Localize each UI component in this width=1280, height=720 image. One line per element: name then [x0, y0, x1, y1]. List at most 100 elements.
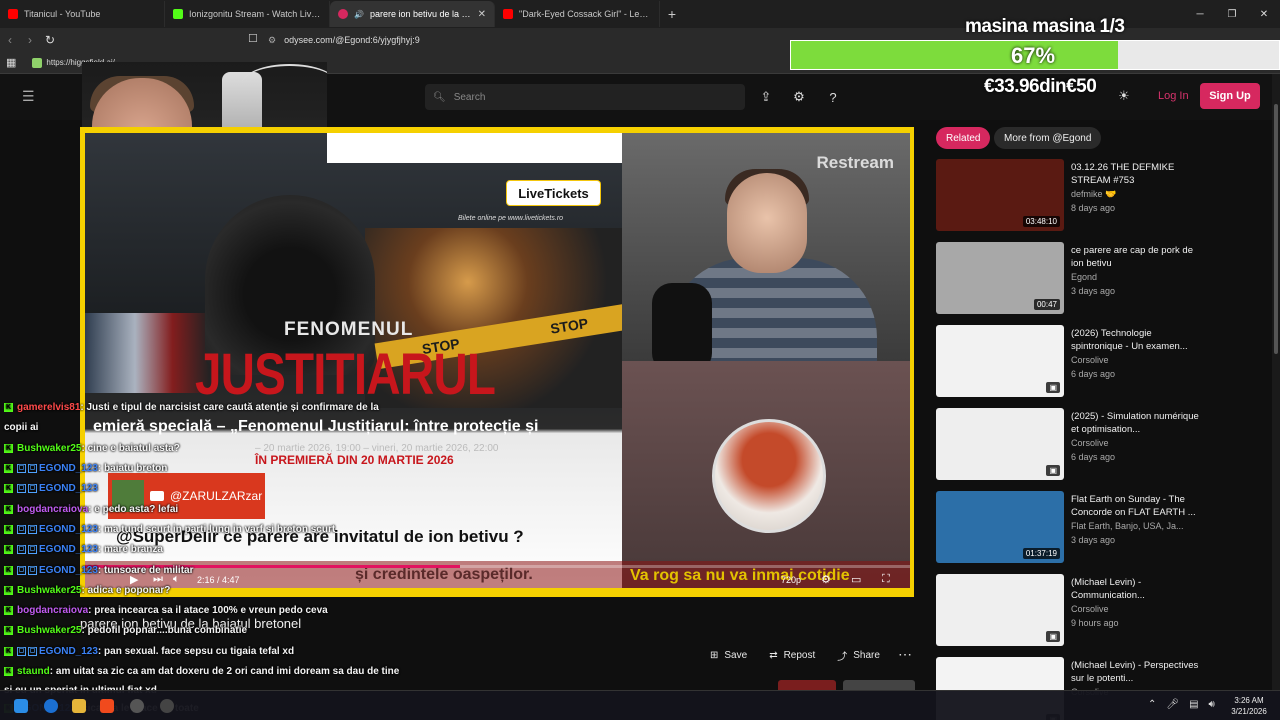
bookmark-icon[interactable]: ☐ [248, 32, 258, 45]
tab-kick-stream[interactable]: Ionizgonitu Stream - Watch Live on Kick [165, 1, 330, 27]
url-field[interactable]: ⚙ odysee.com/@Egond:6/yjygfjhyj:9 [268, 31, 768, 49]
recommendation-title[interactable]: (Michael Levin) - Communication... [1071, 576, 1201, 602]
recommendation-thumbnail[interactable]: 00:47 [936, 242, 1064, 314]
chat-username[interactable]: EGOND_123 [39, 463, 98, 474]
chat-username[interactable]: Bushwaker25 [17, 443, 81, 454]
save-to-list-icon[interactable]: ▣ [1046, 631, 1060, 642]
recommendation-title[interactable]: 03.12.26 THE DEFMIKE STREAM #753 [1071, 161, 1201, 187]
recommendation-card[interactable]: ▣ (2025) - Simulation numérique et optimi… [936, 408, 1266, 480]
tab-title: Ionizgonitu Stream - Watch Live on Kick [189, 9, 321, 19]
fullscreen-icon[interactable]: ⛶ [882, 573, 890, 586]
app-icon[interactable] [160, 699, 174, 713]
speaker-icon[interactable]: 🔊︎ [1209, 699, 1215, 710]
save-to-list-icon[interactable]: ▣ [1046, 382, 1060, 393]
upload-icon[interactable]: ⇪ [755, 86, 777, 108]
kick-icon: K [4, 402, 13, 412]
recommendation-thumbnail[interactable]: ▣ [936, 408, 1064, 480]
recommendation-title[interactable]: Flat Earth on Sunday - The Concorde on F… [1071, 493, 1201, 519]
recommendation-card[interactable]: 03:48:10 03.12.26 THE DEFMIKE STREAM #753… [936, 159, 1266, 231]
recommendation-title[interactable]: (2026) Technologie spintronique - Un exa… [1071, 327, 1201, 353]
chat-message: Kgamerelvis81: Justi e tipul de narcisis… [4, 402, 379, 413]
tab-more-from-egond[interactable]: More from @Egond [994, 127, 1102, 149]
recommendation-channel[interactable]: Flat Earth, Banjo, USA, Ja... [1071, 521, 1211, 531]
chrome-icon[interactable] [44, 699, 58, 713]
recommendation-channel[interactable]: Corsolive [1071, 604, 1211, 614]
scrollbar-thumb[interactable] [1274, 104, 1278, 354]
recommendation-thumbnail[interactable]: 01:37:19 [936, 491, 1064, 563]
chat-badge-icon: ▢ [17, 463, 26, 473]
chat-username[interactable]: Bushwaker25 [17, 585, 81, 596]
recommendation-card[interactable]: ▣ (Michael Levin) - Communication... Corso… [936, 574, 1266, 646]
recommendation-thumbnail[interactable]: ▣ [936, 574, 1064, 646]
chat-message: Kbogdancraiova: prea incearca sa il atac… [4, 605, 328, 616]
new-tab-button[interactable]: + [660, 6, 684, 22]
recommendation-card[interactable]: ▣ (2026) Technologie spintronique - Un ex… [936, 325, 1266, 397]
video-progress-bar[interactable] [85, 565, 910, 568]
share-button[interactable]: ⤴ Share [837, 648, 880, 663]
chat-username[interactable]: EGOND_123 [39, 646, 98, 657]
recommendation-channel[interactable]: Corsolive [1071, 355, 1211, 365]
share-label: Share [853, 650, 880, 661]
brave-icon[interactable] [100, 699, 114, 713]
recommendation-channel[interactable]: Egond [1071, 272, 1211, 282]
network-icon[interactable]: ▤ [1189, 699, 1198, 710]
forward-icon[interactable]: › [20, 33, 40, 47]
settings-gear-icon[interactable]: ⚙ [821, 573, 831, 586]
tab-youtube-cossack[interactable]: "Dark-Eyed Cossack Girl" - Leonid Kharit… [495, 1, 660, 27]
search-input[interactable]: 🔍︎ Search [425, 84, 745, 110]
chat-username[interactable]: EGOND_123 [39, 565, 98, 576]
tab-youtube-titanicul[interactable]: Titanicul - YouTube [0, 1, 165, 27]
chat-username[interactable]: EGOND_123 [39, 524, 98, 535]
back-icon[interactable]: ‹ [0, 33, 20, 47]
save-to-list-icon[interactable]: ▣ [1046, 465, 1060, 476]
guest-avatar [712, 419, 826, 533]
chat-username[interactable]: gamerelvis81 [17, 402, 80, 413]
recommendation-thumbnail[interactable]: 03:48:10 [936, 159, 1064, 231]
tab-title: parere ion betivu de la baiatul bretonel [369, 9, 472, 19]
recommendation-age: 6 days ago [1071, 369, 1116, 379]
chat-badge-icon: ▢ [17, 565, 26, 575]
chevron-up-icon[interactable]: ⌃ [1148, 699, 1156, 710]
recommendation-card[interactable]: 01:37:19 Flat Earth on Sunday - The Conco… [936, 491, 1266, 563]
obs-icon[interactable] [130, 699, 144, 713]
tab-related[interactable]: Related [936, 127, 991, 149]
site-info-icon[interactable]: ⚙ [268, 35, 276, 46]
taskbar-clock[interactable]: 3:26 AM 3/21/2026 [1226, 695, 1272, 717]
chat-username[interactable]: bogdancraiova [17, 605, 88, 616]
chat-message: Kbogdancraiova: e pedo asta? lefai [4, 504, 178, 515]
microphone-icon[interactable]: 🎤︎ [1166, 699, 1179, 710]
chat-username[interactable]: staund [17, 666, 50, 677]
chat-username[interactable]: bogdancraiova [17, 504, 88, 515]
recommendation-title[interactable]: (Michael Levin) - Perspectives sur le po… [1071, 659, 1201, 685]
more-options-icon[interactable]: ⋯ [898, 646, 912, 663]
chat-username[interactable]: EGOND_123 [39, 483, 98, 494]
kick-icon: K [4, 585, 13, 595]
police-lights [85, 313, 210, 393]
chat-username[interactable]: EGOND_123 [39, 544, 98, 555]
quality-label[interactable]: 720p [781, 575, 801, 585]
chat-message: K Bushwaker25: pedofil popnar....buna com… [4, 625, 247, 636]
chat-message: K ▢ ▢ EGOND_123: ma tund scurt in parti lun… [4, 524, 335, 535]
windows-start-icon[interactable] [14, 699, 28, 713]
file-explorer-icon[interactable] [72, 699, 86, 713]
close-tab-icon[interactable]: ✕ [478, 9, 486, 20]
partial-button[interactable] [778, 680, 836, 690]
apps-icon[interactable]: ▦ [6, 56, 16, 69]
recommendation-card[interactable]: 00:47 ce parere are cap de pork de ion be… [936, 242, 1266, 314]
recommendation-channel[interactable]: defmike 🤝 [1071, 189, 1211, 200]
chat-username[interactable]: Bushwaker25 [17, 625, 81, 636]
reload-icon[interactable]: ↻ [40, 33, 60, 47]
page-scrollbar[interactable] [1272, 74, 1280, 690]
premiere-title: emieră specială – „Fenomenul Justițiarul… [93, 418, 539, 435]
recommendation-title[interactable]: (2025) - Simulation numérique et optimis… [1071, 410, 1201, 436]
repost-button[interactable]: ⇄ Repost [769, 648, 815, 663]
recommendation-channel[interactable]: Corsolive [1071, 438, 1211, 448]
save-button[interactable]: ⊞ Save [710, 648, 747, 663]
partial-button[interactable] [843, 680, 915, 690]
menu-icon[interactable]: ☰ [22, 88, 35, 105]
repost-label: Repost [783, 650, 816, 661]
theater-mode-icon[interactable]: ▭ [851, 573, 861, 586]
recommendation-title[interactable]: ce parere are cap de pork de ion betivu [1071, 244, 1201, 270]
recommendation-thumbnail[interactable]: ▣ [936, 325, 1064, 397]
tab-odysee-active[interactable]: 🔊 parere ion betivu de la baiatul breton… [330, 1, 495, 27]
